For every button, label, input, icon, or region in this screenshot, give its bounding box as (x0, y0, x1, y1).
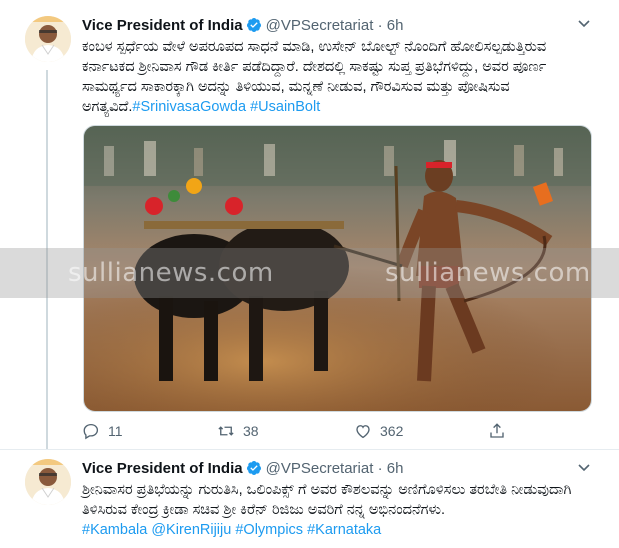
tweet-body: ಶ್ರೀನಿವಾಸರ ಪ್ರತಿಭೆಯನ್ನು ಗುರುತಿಸಿ, ಒಲಿಂಪಿ… (82, 482, 572, 518)
separator-dot: · (377, 17, 383, 34)
reply-count: 11 (108, 423, 123, 439)
retweet-count: 38 (243, 423, 259, 439)
author-handle[interactable]: @VPSecretariat (266, 17, 374, 34)
reply-button[interactable]: 11 (82, 420, 123, 442)
thread-connector-line (46, 70, 48, 450)
share-button[interactable] (488, 420, 506, 442)
mention-link[interactable]: @KirenRijiju (151, 522, 231, 538)
retweet-button[interactable]: 38 (217, 420, 259, 442)
tweet-text: ಶ್ರೀನಿವಾಸರ ಪ್ರತಿಭೆಯನ್ನು ಗುರುತಿಸಿ, ಒಲಿಂಪಿ… (82, 480, 592, 540)
tweet-header: Vice President of India @VPSecretariat · … (82, 459, 403, 479)
avatar[interactable] (25, 459, 71, 505)
like-icon (356, 425, 370, 439)
tweet-divider (0, 449, 619, 450)
like-button[interactable]: 362 (354, 420, 403, 442)
like-count: 362 (380, 423, 404, 439)
tweet-text: ಕಂಬಳ ಸ್ಪರ್ಧೆಯ ವೇಳೆ ಅಪರೂಪದ ಸಾಧನೆ ಮಾಡಿ, ಉಸ… (82, 37, 592, 117)
avatar[interactable] (25, 16, 71, 62)
kambala-race-photo (84, 126, 591, 411)
hashtag-link[interactable]: #UsainBolt (250, 99, 320, 115)
verified-badge-icon (246, 18, 261, 32)
author-name[interactable]: Vice President of India (82, 460, 243, 477)
author-name[interactable]: Vice President of India (82, 17, 243, 34)
hashtag-link[interactable]: #Karnataka (307, 522, 381, 538)
hashtag-link[interactable]: #SrinivasaGowda (132, 99, 246, 115)
tweet-timestamp[interactable]: 6h (387, 460, 404, 477)
tweet-photo[interactable] (83, 125, 592, 412)
share-icon (490, 423, 504, 438)
hashtag-link[interactable]: #Kambala (82, 522, 147, 538)
chevron-down-icon[interactable] (575, 16, 593, 34)
chevron-down-icon[interactable] (575, 460, 593, 478)
reply-icon (83, 423, 99, 440)
hashtag-link[interactable]: #Olympics (235, 522, 303, 538)
verified-badge-icon (246, 461, 261, 475)
separator-dot: · (377, 460, 383, 477)
tweet-actions: 11 38 362 (82, 420, 512, 442)
author-handle[interactable]: @VPSecretariat (266, 460, 374, 477)
tweet-timestamp[interactable]: 6h (387, 17, 404, 34)
retweet-icon (218, 426, 234, 436)
tweet-header: Vice President of India @VPSecretariat · … (82, 16, 403, 36)
